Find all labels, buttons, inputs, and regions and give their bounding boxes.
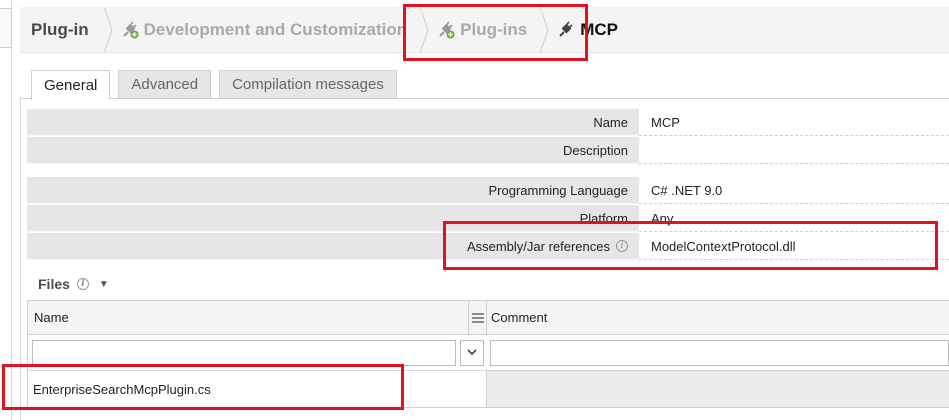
tab-compilation-messages[interactable]: Compilation messages	[219, 70, 397, 99]
property-label-assembly: Assembly/Jar references i	[27, 233, 639, 260]
column-header-name[interactable]: Name	[28, 301, 469, 334]
property-value-description[interactable]	[639, 137, 949, 164]
property-label: Platform	[27, 205, 639, 232]
left-panel-edge	[0, 0, 12, 420]
column-menu-icon[interactable]	[469, 301, 487, 334]
caret-down-icon[interactable]: ▼	[99, 279, 109, 290]
table-row[interactable]: EnterpriseSearchMcpPlugin.cs	[28, 371, 949, 407]
tab-bar: General Advanced Compilation messages	[31, 70, 405, 100]
file-comment-cell[interactable]	[487, 371, 949, 407]
property-row-language: Programming Language C# .NET 9.0	[27, 177, 949, 204]
property-label: Description	[27, 137, 639, 164]
files-grid: Name Comment EnterpriseSearchMcpPlugin.c…	[27, 300, 949, 408]
breadcrumb-separator	[539, 6, 549, 53]
breadcrumb-item-label: MCP	[580, 19, 618, 39]
property-row-assembly: Assembly/Jar references i ModelContextPr…	[27, 233, 949, 260]
breadcrumb-item-label: Plug-ins	[460, 19, 528, 39]
column-header-comment[interactable]: Comment	[487, 301, 949, 334]
property-label: Name	[27, 109, 639, 136]
property-row-platform: Platform Any	[27, 205, 949, 232]
property-value-assembly[interactable]: ModelContextProtocol.dll	[639, 233, 949, 260]
name-filter-input[interactable]	[32, 339, 457, 366]
tab-general[interactable]: General	[31, 70, 111, 100]
property-value-name[interactable]: MCP	[639, 109, 949, 136]
plug-add-icon	[437, 20, 455, 39]
breadcrumb-item-development[interactable]: Development and Customization	[113, 7, 420, 53]
chevron-down-icon	[467, 347, 477, 359]
breadcrumb-root-label: Plug-in	[31, 19, 89, 39]
info-icon[interactable]: i	[616, 240, 628, 252]
files-section-header[interactable]: Files i ▼	[38, 276, 109, 292]
files-grid-filter-row	[28, 335, 949, 371]
filter-dropdown[interactable]	[460, 339, 485, 366]
property-label-text: Assembly/Jar references	[466, 238, 610, 254]
breadcrumb-item-label: Development and Customization	[143, 19, 408, 39]
breadcrumb-separator	[103, 6, 113, 53]
tab-advanced[interactable]: Advanced	[118, 70, 212, 99]
breadcrumb-item-plugins[interactable]: Plug-ins	[429, 7, 539, 53]
comment-filter-input[interactable]	[490, 339, 949, 366]
left-panel-tab[interactable]	[0, 8, 12, 48]
property-label: Programming Language	[27, 177, 639, 204]
property-row-description: Description	[27, 137, 949, 164]
property-row-name: Name MCP	[27, 109, 949, 136]
property-value-platform[interactable]: Any	[639, 205, 949, 232]
breadcrumb: Plug-in Development and Customization Pl…	[20, 6, 949, 53]
plug-icon	[557, 20, 575, 39]
breadcrumb-separator	[419, 6, 429, 53]
breadcrumb-root[interactable]: Plug-in	[20, 7, 103, 53]
file-name-cell[interactable]: EnterpriseSearchMcpPlugin.cs	[28, 371, 487, 407]
files-title: Files	[38, 276, 70, 292]
property-value-language[interactable]: C# .NET 9.0	[639, 177, 949, 204]
breadcrumb-item-mcp: MCP	[549, 7, 630, 53]
plug-add-icon	[121, 20, 139, 39]
files-grid-header: Name Comment	[28, 301, 949, 335]
info-icon[interactable]: i	[76, 278, 89, 290]
